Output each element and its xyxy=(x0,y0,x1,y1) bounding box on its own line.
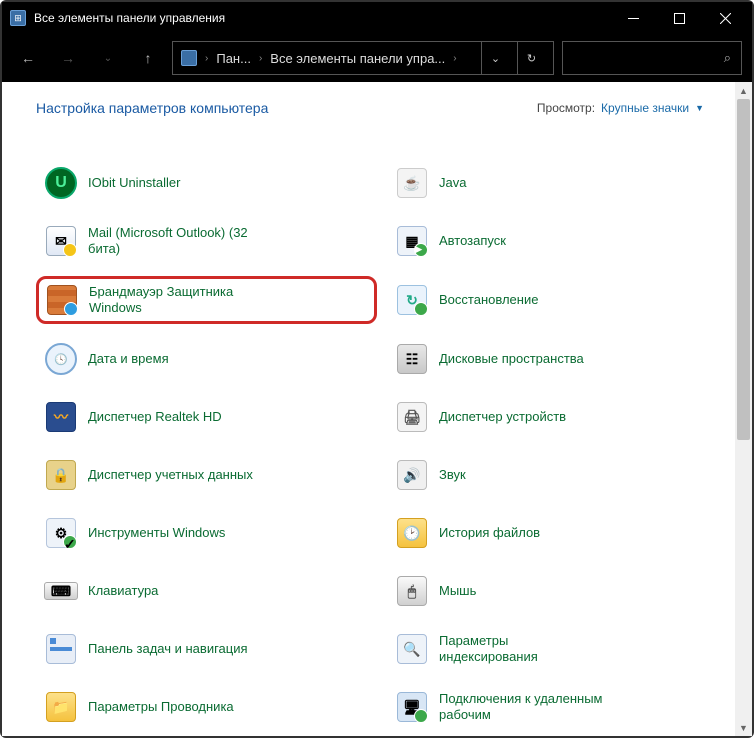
cp-item-sound[interactable]: 🔊 Звук xyxy=(387,452,728,498)
cp-item-filehist[interactable]: 🕑 История файлов xyxy=(387,510,728,556)
item-label: Диспетчер учетных данных xyxy=(88,467,253,483)
iobit-icon: U xyxy=(44,166,78,200)
cp-item-remote[interactable]: 🖥 Подключения к удаленным рабочим xyxy=(387,684,728,730)
restore-icon: ↻ xyxy=(395,283,429,317)
item-label: Клавиатура xyxy=(88,583,158,599)
cp-item-keyboard[interactable]: ⌨ Клавиатура xyxy=(36,568,377,614)
minimize-button[interactable] xyxy=(610,3,656,33)
item-label: Инструменты Windows xyxy=(88,525,225,541)
cred-icon: 🔒 xyxy=(44,458,78,492)
cp-item-tools[interactable]: ⚙✓ Инструменты Windows xyxy=(36,510,377,556)
cp-item-storage[interactable]: ☷ Дисковые пространства xyxy=(387,336,728,382)
control-panel-window: ⊞ Все элементы панели управления ← → ⌄ ↑… xyxy=(2,2,752,736)
maximize-button[interactable] xyxy=(656,3,702,33)
nav-forward-button[interactable]: → xyxy=(52,40,84,76)
item-label: IObit Uninstaller xyxy=(88,175,180,191)
control-panel-mini-icon xyxy=(181,50,197,66)
items-grid: U IObit Uninstaller ☕ Java ✉ Mail (Microsoft … xyxy=(36,160,728,736)
control-panel-icon: ⊞ xyxy=(10,10,26,26)
window-title: Все элементы панели управления xyxy=(34,11,610,25)
item-label: Дисковые пространства xyxy=(439,351,584,367)
sound-icon: 🔊 xyxy=(395,458,429,492)
java-icon: ☕ xyxy=(395,166,429,200)
cp-item-mail[interactable]: ✉ Mail (Microsoft Outlook) (32 бита) xyxy=(36,218,377,264)
cp-item-java[interactable]: ☕ Java xyxy=(387,160,728,206)
item-label: Брандмауэр Защитника Windows xyxy=(89,284,259,317)
autorun-icon: ▦▶ xyxy=(395,224,429,258)
titlebar: ⊞ Все элементы панели управления xyxy=(2,2,752,34)
keyboard-icon: ⌨ xyxy=(44,574,78,608)
scroll-track[interactable] xyxy=(735,99,752,719)
cp-item-taskbar[interactable]: Панель задач и навигация xyxy=(36,626,377,672)
taskbar-icon xyxy=(44,632,78,666)
item-label: Диспетчер Realtek HD xyxy=(88,409,222,425)
search-icon: ⌕ xyxy=(724,50,731,66)
breadcrumb-seg-2[interactable]: Все элементы панели упра... xyxy=(270,51,445,66)
cp-item-firewall[interactable]: Брандмауэр Защитника Windows xyxy=(36,276,377,324)
cp-item-autorun[interactable]: ▦▶ Автозапуск xyxy=(387,218,728,264)
scroll-down-button[interactable]: ▼ xyxy=(735,719,752,736)
navigation-toolbar: ← → ⌄ ↑ › Пан... › Все элементы панели у… xyxy=(2,34,752,82)
cp-item-mouse[interactable]: 🖱 Мышь xyxy=(387,568,728,614)
realtek-icon: 〰 xyxy=(44,400,78,434)
item-label: Параметры Проводника xyxy=(88,699,234,715)
content-area: Настройка параметров компьютера Просмотр… xyxy=(2,82,752,736)
scroll-up-button[interactable]: ▲ xyxy=(735,82,752,99)
chevron-right-icon: › xyxy=(205,53,208,64)
item-label: Параметры индексирования xyxy=(439,633,609,666)
mail-icon: ✉ xyxy=(44,224,78,258)
refresh-button[interactable]: ↻ xyxy=(517,42,545,74)
view-value: Крупные значки xyxy=(601,101,689,115)
cp-item-cred[interactable]: 🔒 Диспетчер учетных данных xyxy=(36,452,377,498)
search-input[interactable]: ⌕ xyxy=(562,41,742,75)
chevron-right-icon: › xyxy=(453,53,456,64)
nav-back-button[interactable]: ← xyxy=(12,40,44,76)
chevron-right-icon: › xyxy=(259,53,262,64)
item-label: История файлов xyxy=(439,525,540,541)
page-title: Настройка параметров компьютера xyxy=(36,100,268,116)
view-label: Просмотр: xyxy=(537,101,595,115)
nav-up-button[interactable]: ↑ xyxy=(132,40,164,76)
index-icon: 🔍 xyxy=(395,632,429,666)
close-button[interactable] xyxy=(702,3,748,33)
item-label: Мышь xyxy=(439,583,476,599)
cp-item-index[interactable]: 🔍 Параметры индексирования xyxy=(387,626,728,672)
scroll-thumb[interactable] xyxy=(737,99,750,440)
mouse-icon: 🖱 xyxy=(395,574,429,608)
view-selector[interactable]: Просмотр: Крупные значки ▼ xyxy=(537,101,704,115)
filehist-icon: 🕑 xyxy=(395,516,429,550)
clock-icon: 🕓 xyxy=(44,342,78,376)
caret-down-icon: ▼ xyxy=(695,103,704,113)
cp-item-devmgr[interactable]: 🖨 Диспетчер устройств xyxy=(387,394,728,440)
cp-item-explorer[interactable]: 📁 Параметры Проводника xyxy=(36,684,377,730)
item-label: Java xyxy=(439,175,466,191)
storage-icon: ☷ xyxy=(395,342,429,376)
firewall-icon xyxy=(45,283,79,317)
item-label: Восстановление xyxy=(439,292,538,308)
nav-recent-button[interactable]: ⌄ xyxy=(92,40,124,76)
item-label: Автозапуск xyxy=(439,233,506,249)
explorer-icon: 📁 xyxy=(44,690,78,724)
cp-item-iobit[interactable]: U IObit Uninstaller xyxy=(36,160,377,206)
vertical-scrollbar[interactable]: ▲ ▼ xyxy=(735,82,752,736)
content-header: Настройка параметров компьютера Просмотр… xyxy=(36,100,728,116)
item-label: Панель задач и навигация xyxy=(88,641,248,657)
item-label: Дата и время xyxy=(88,351,169,367)
address-bar[interactable]: › Пан... › Все элементы панели упра... ›… xyxy=(172,41,554,75)
item-label: Звук xyxy=(439,467,466,483)
devmgr-icon: 🖨 xyxy=(395,400,429,434)
cp-item-clock[interactable]: 🕓 Дата и время xyxy=(36,336,377,382)
cp-item-realtek[interactable]: 〰 Диспетчер Realtek HD xyxy=(36,394,377,440)
tools-icon: ⚙✓ xyxy=(44,516,78,550)
remote-icon: 🖥 xyxy=(395,690,429,724)
address-history-dropdown[interactable]: ⌄ xyxy=(481,42,509,74)
breadcrumb-seg-1[interactable]: Пан... xyxy=(216,51,251,66)
window-controls xyxy=(610,3,748,33)
item-label: Mail (Microsoft Outlook) (32 бита) xyxy=(88,225,258,258)
cp-item-restore[interactable]: ↻ Восстановление xyxy=(387,276,728,324)
item-label: Диспетчер устройств xyxy=(439,409,566,425)
item-label: Подключения к удаленным рабочим xyxy=(439,691,609,724)
